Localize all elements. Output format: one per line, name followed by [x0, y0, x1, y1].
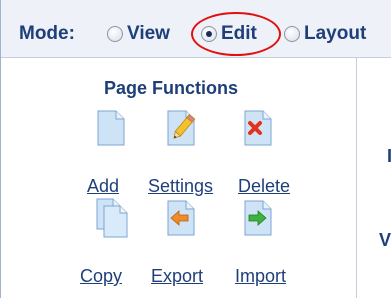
- page-export-icon[interactable]: [166, 200, 196, 236]
- mode-option-layout[interactable]: Layout: [284, 23, 366, 45]
- export-link[interactable]: Export: [151, 266, 203, 287]
- add-link[interactable]: Add: [87, 176, 119, 197]
- right-text-fragment-2: V: [379, 230, 391, 250]
- page-copy-icon[interactable]: [95, 198, 129, 238]
- mode-option-view[interactable]: View: [107, 23, 170, 45]
- delete-link[interactable]: Delete: [238, 176, 290, 197]
- layout-label[interactable]: Layout: [304, 23, 366, 45]
- right-text-fragment-1: I: [387, 146, 391, 166]
- edit-label[interactable]: Edit: [221, 23, 257, 45]
- import-link[interactable]: Import: [235, 266, 286, 287]
- app-frame: Mode: View Edit Layout Page Functions Ad…: [0, 0, 391, 298]
- view-label[interactable]: View: [127, 23, 170, 45]
- mode-bar: Mode: View Edit Layout: [1, 0, 391, 58]
- page-import-icon[interactable]: [243, 200, 273, 236]
- copy-link[interactable]: Copy: [80, 266, 122, 287]
- edit-radio[interactable]: [201, 26, 217, 42]
- page-pencil-icon[interactable]: [166, 110, 198, 146]
- page-delete-icon[interactable]: [243, 110, 273, 146]
- page-blank-icon[interactable]: [96, 110, 126, 146]
- settings-link[interactable]: Settings: [148, 176, 213, 197]
- layout-radio[interactable]: [284, 26, 300, 42]
- view-radio[interactable]: [107, 26, 123, 42]
- page-functions-title: Page Functions: [104, 78, 239, 98]
- mode-label: Mode:: [19, 23, 75, 44]
- right-panel: I V: [357, 58, 391, 298]
- mode-option-edit[interactable]: Edit: [201, 23, 257, 45]
